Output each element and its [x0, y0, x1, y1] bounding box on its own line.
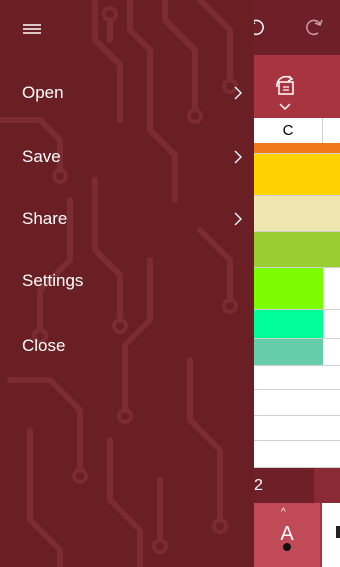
menu-item-open[interactable]: Open — [0, 70, 254, 116]
font-color-button[interactable]: ^ A — [254, 503, 320, 567]
table-cell[interactable] — [254, 441, 323, 467]
table-cell[interactable] — [254, 339, 323, 365]
sheet-tab[interactable]: 2 — [254, 468, 312, 503]
tool-icon — [336, 526, 340, 538]
table-row[interactable] — [254, 310, 340, 339]
table-row[interactable] — [254, 154, 340, 196]
table-row[interactable] — [254, 143, 340, 154]
next-tool-button[interactable] — [322, 503, 340, 567]
expand-up-icon: ^ — [281, 507, 286, 518]
table-cell[interactable] — [254, 310, 323, 338]
redo-icon[interactable] — [302, 16, 324, 38]
table-row[interactable] — [254, 339, 340, 366]
table-row[interactable] — [254, 366, 340, 390]
column-header-d[interactable] — [323, 118, 340, 144]
table-cell[interactable] — [254, 416, 323, 440]
sheet-tab-next[interactable] — [314, 468, 340, 503]
table-row[interactable] — [254, 232, 340, 268]
menu-item-close[interactable]: Close — [0, 323, 254, 369]
menu-item-label: Settings — [22, 271, 84, 290]
sheet-tab-bar: 2 — [254, 468, 340, 503]
format-icon[interactable] — [272, 73, 300, 101]
color-dot — [283, 543, 291, 551]
table-row[interactable] — [254, 268, 340, 310]
chevron-down-icon[interactable] — [279, 103, 291, 111]
table-row[interactable] — [254, 441, 340, 468]
menu-item-save[interactable]: Save — [0, 134, 254, 180]
navigation-drawer: Open Save Share Settings Close — [0, 0, 254, 567]
menu-item-label: Open — [22, 83, 64, 102]
menu-item-share[interactable]: Share — [0, 196, 254, 242]
column-header-c[interactable]: C — [254, 118, 323, 144]
menu-item-label: Close — [22, 336, 66, 355]
table-cell[interactable] — [254, 154, 340, 195]
menu-item-settings[interactable]: Settings — [0, 258, 254, 304]
table-cell[interactable] — [254, 390, 323, 415]
chevron-right-icon — [234, 212, 242, 226]
table-cell[interactable] — [254, 143, 340, 153]
table-row[interactable] — [254, 416, 340, 441]
table-cell[interactable] — [254, 366, 323, 389]
table-row[interactable] — [254, 390, 340, 416]
menu-item-label: Share — [22, 209, 68, 228]
table-cell[interactable] — [254, 196, 340, 231]
table-cell[interactable] — [254, 232, 340, 267]
table-row[interactable] — [254, 196, 340, 232]
menu-item-label: Save — [22, 147, 61, 166]
hamburger-icon[interactable] — [19, 18, 45, 40]
chevron-right-icon — [234, 150, 242, 164]
chevron-right-icon — [234, 86, 242, 100]
table-cell[interactable] — [254, 268, 323, 309]
